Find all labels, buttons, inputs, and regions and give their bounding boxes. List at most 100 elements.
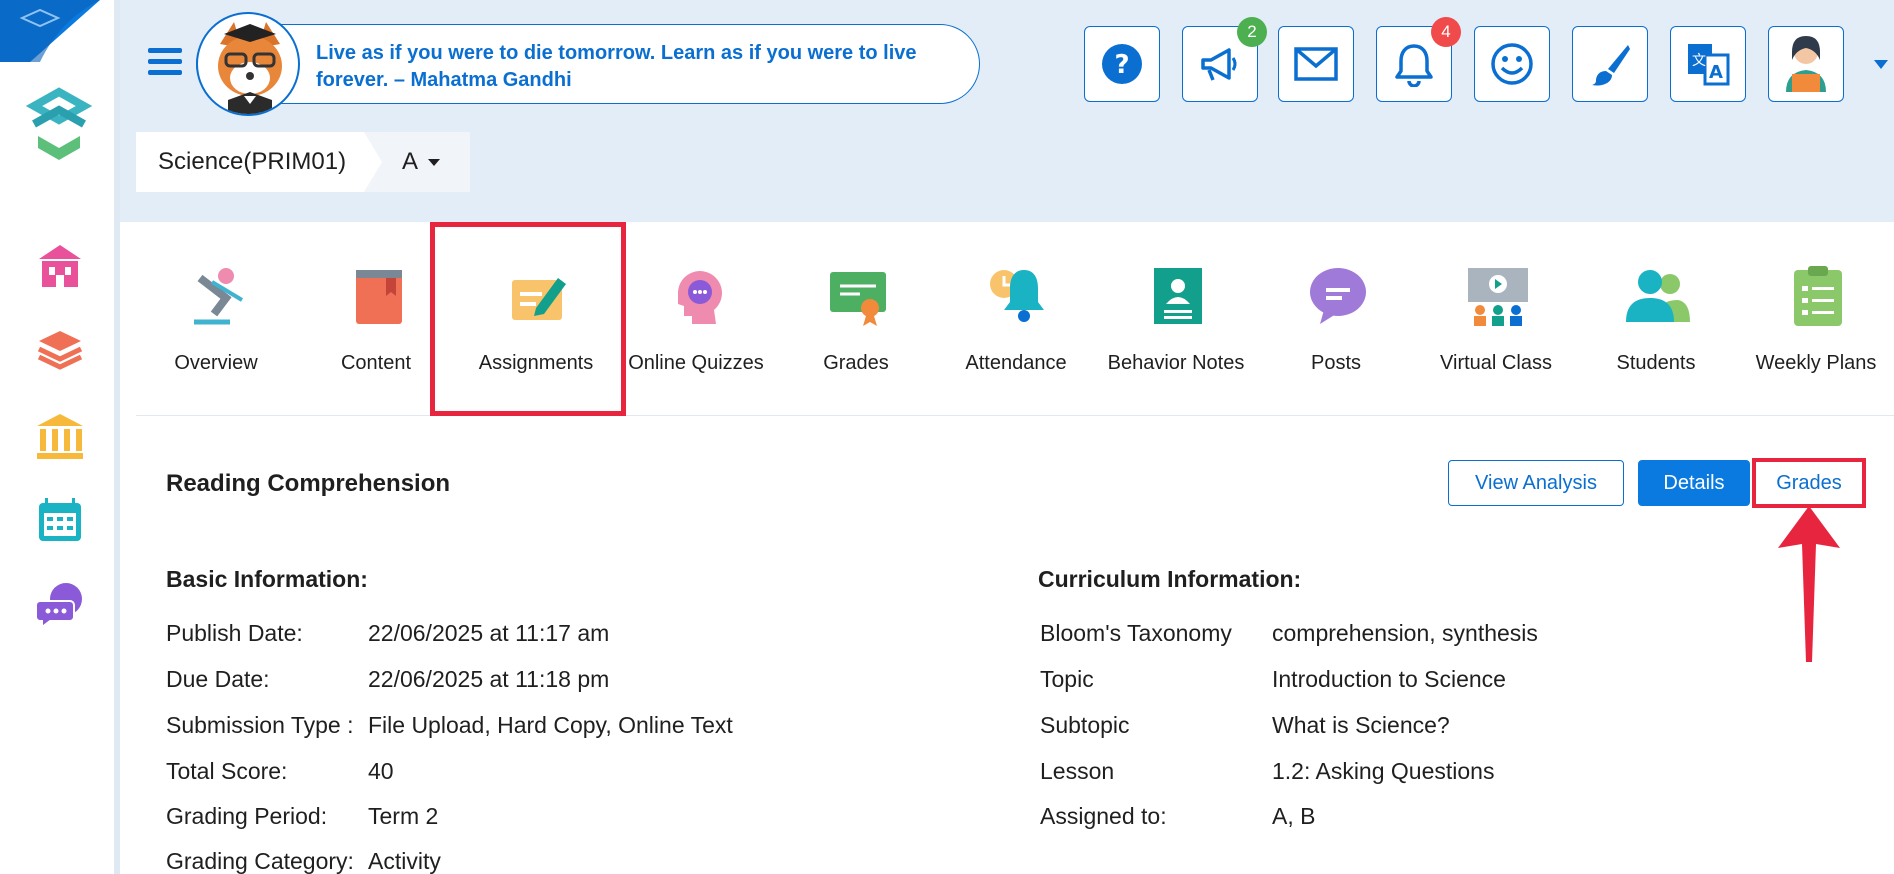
due-date-label: Due Date:: [166, 666, 270, 692]
lesson-label: Lesson: [1040, 758, 1115, 784]
svg-text:?: ?: [1114, 50, 1129, 80]
grading-period-value: Term 2: [368, 803, 439, 829]
total-score-value: 40: [368, 758, 394, 784]
menu-hamburger-icon[interactable]: [148, 48, 182, 78]
tab-content-label: Content: [340, 352, 412, 374]
tab-assignments[interactable]: Assignments: [456, 222, 616, 416]
sidebar-institution-icon[interactable]: [34, 410, 86, 462]
people-icon: [1626, 270, 1690, 322]
tab-weekly-plans-label: Weekly Plans: [1755, 352, 1877, 374]
publish-date-label: Publish Date:: [166, 620, 303, 646]
tab-attendance[interactable]: Attendance: [936, 222, 1096, 416]
book-icon: [356, 270, 402, 324]
notifications-button[interactable]: 4: [1376, 17, 1461, 102]
tab-posts[interactable]: Posts: [1256, 222, 1416, 416]
tab-virtual-class[interactable]: Virtual Class: [1416, 222, 1576, 416]
tab-online-quizzes-label: Online Quizzes: [628, 352, 764, 374]
head-chat-icon: [677, 271, 722, 324]
assigned-to-value: A, B: [1272, 803, 1316, 829]
submission-type-label: Submission Type :: [166, 712, 354, 738]
sidebar-home-icon[interactable]: [34, 240, 86, 292]
section-dropdown[interactable]: A: [386, 132, 470, 192]
speech-bubble-icon: [1310, 268, 1366, 324]
tab-grades-label: Grades: [823, 352, 889, 374]
assigned-to-label: Assigned to:: [1040, 803, 1167, 829]
bell-icon: [1395, 44, 1433, 87]
course-tabs: Overview Content Assignments Online Quiz…: [136, 222, 1894, 416]
video-class-icon: [1468, 268, 1528, 326]
translate-icon: A文: [1688, 44, 1730, 86]
breadcrumb-subject[interactable]: Science(PRIM01): [136, 132, 364, 192]
tab-weekly-plans[interactable]: Weekly Plans: [1736, 222, 1894, 416]
feedback-button[interactable]: [1474, 26, 1550, 102]
desk-lamp-icon: [194, 268, 244, 325]
person-card-icon: [1154, 268, 1202, 324]
bell-clock-icon: [990, 270, 1044, 322]
profile-menu-chevron-down-icon[interactable]: [1874, 60, 1888, 69]
tab-students-label: Students: [1616, 352, 1696, 374]
caret-down-icon: [428, 158, 441, 166]
tab-grades[interactable]: Grades: [776, 222, 936, 416]
mail-icon: [1294, 47, 1338, 81]
grading-category-value: Activity: [368, 848, 441, 874]
pen-document-icon: [512, 278, 566, 320]
help-icon: ?: [1102, 44, 1142, 84]
sidebar-layers-icon[interactable]: [34, 324, 86, 376]
quote-text: Live as if you were to die tomorrow. Lea…: [316, 42, 917, 91]
submission-type-value: File Upload, Hard Copy, Online Text: [368, 712, 733, 738]
sidebar-calendar-icon[interactable]: [34, 494, 86, 546]
lesson-value: 1.2: Asking Questions: [1272, 758, 1495, 784]
mascot-avatar: [196, 12, 300, 116]
tab-content[interactable]: Content: [296, 222, 456, 416]
smiley-icon: [1491, 43, 1533, 85]
grades-button[interactable]: Grades: [1754, 460, 1864, 506]
due-date-value: 22/06/2025 at 11:18 pm: [368, 666, 610, 692]
app-logo-icon: [25, 87, 93, 160]
profile-button[interactable]: [1768, 26, 1844, 102]
subtopic-value: What is Science?: [1272, 712, 1450, 738]
blooms-taxonomy-value: comprehension, synthesis: [1272, 620, 1538, 646]
announcements-button[interactable]: 2: [1182, 17, 1267, 102]
tab-students[interactable]: Students: [1576, 222, 1736, 416]
tab-attendance-label: Attendance: [965, 352, 1067, 374]
notifications-badge: 4: [1431, 17, 1461, 47]
tab-online-quizzes[interactable]: Online Quizzes: [616, 222, 776, 416]
tab-posts-label: Posts: [1310, 352, 1362, 374]
tab-virtual-class-label: Virtual Class: [1440, 352, 1552, 374]
details-button[interactable]: Details: [1638, 460, 1750, 506]
tab-overview[interactable]: Overview: [136, 222, 296, 416]
sidebar-chat-icon[interactable]: [34, 578, 86, 630]
tab-behavior-notes[interactable]: Behavior Notes: [1096, 222, 1256, 416]
grading-period-label: Grading Period:: [166, 803, 328, 829]
megaphone-icon: [1201, 48, 1237, 81]
messages-button[interactable]: [1278, 26, 1354, 102]
view-analysis-button[interactable]: View Analysis: [1448, 460, 1624, 506]
clipboard-icon: [1794, 266, 1842, 326]
svg-text:文: 文: [1692, 53, 1706, 69]
total-score-label: Total Score:: [166, 758, 288, 784]
user-avatar-icon: [1786, 36, 1826, 92]
paintbrush-icon: [1592, 45, 1630, 86]
section-dropdown-value: A: [402, 148, 419, 175]
page-title: Reading Comprehension: [166, 470, 451, 497]
breadcrumb: Science(PRIM01) A: [136, 132, 470, 192]
topic-label: Topic: [1040, 666, 1094, 692]
basic-info-heading: Basic Information:: [166, 566, 368, 592]
tab-assignments-label: Assignments: [478, 352, 594, 374]
theme-button[interactable]: [1572, 26, 1648, 102]
topic-value: Introduction to Science: [1272, 666, 1506, 692]
tab-behavior-notes-label: Behavior Notes: [1107, 352, 1245, 374]
corner-logo-icon: [0, 0, 100, 62]
tab-overview-label: Overview: [174, 352, 258, 374]
sidebar: [0, 0, 120, 874]
grading-category-label: Grading Category:: [166, 848, 354, 874]
blooms-taxonomy-label: Bloom's Taxonomy: [1040, 620, 1232, 646]
breadcrumb-separator: [364, 132, 386, 192]
help-button[interactable]: ?: [1084, 26, 1160, 102]
certificate-icon: [830, 272, 886, 326]
publish-date-value: 22/06/2025 at 11:17 am: [368, 620, 610, 646]
subtopic-label: Subtopic: [1040, 712, 1130, 738]
language-button[interactable]: A文: [1670, 26, 1746, 102]
announcements-badge: 2: [1237, 17, 1267, 47]
curriculum-info-heading: Curriculum Information:: [1038, 566, 1302, 592]
